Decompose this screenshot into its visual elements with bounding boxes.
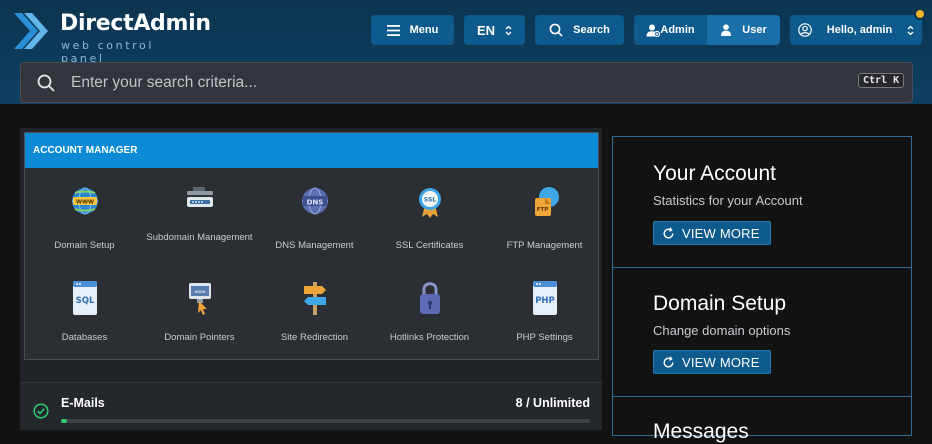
view-more-button[interactable]: VIEW MORE — [653, 221, 771, 245]
php-file-icon: PHP — [532, 281, 557, 315]
svg-text:WWW: WWW — [75, 200, 93, 206]
tile-label: Site Redirection — [280, 332, 349, 343]
menu-button[interactable]: Menu — [371, 15, 454, 45]
tile-label: Subdomain Management — [146, 232, 253, 243]
sql-database-icon: SQL — [72, 281, 97, 315]
ftp-folder-icon: FTP — [534, 187, 559, 216]
refresh-icon — [663, 226, 674, 239]
right-info-panel: Your Account Statistics for your Account… — [612, 136, 912, 443]
section-title: Your Account — [653, 162, 776, 185]
tile-domain-setup[interactable]: WWW Domain Setup — [27, 185, 142, 265]
search-shortcut-badge: Ctrl K — [858, 73, 905, 88]
hamburger-icon — [386, 24, 400, 36]
section-title: Domain Setup — [653, 292, 787, 315]
user-menu-dropdown[interactable]: Hello, admin — [790, 15, 922, 45]
emails-usage-bar — [61, 419, 590, 423]
brand-logo[interactable]: DirectAdmin web control panel — [8, 8, 211, 65]
tile-databases[interactable]: SQL Databases — [27, 279, 142, 349]
role-switcher: Admin User — [634, 15, 780, 45]
directadmin-logo-icon — [14, 13, 48, 49]
account-manager-title: ACCOUNT MANAGER — [25, 133, 598, 168]
chevron-updown-icon — [505, 25, 512, 35]
dns-icon: DNS — [301, 187, 328, 215]
tile-label: FTP Management — [506, 240, 583, 251]
search-label: Search — [573, 24, 610, 36]
search-icon — [549, 23, 563, 37]
tile-label: PHP Settings — [516, 332, 573, 343]
tile-domain-pointers[interactable]: www Domain Pointers — [142, 279, 257, 349]
admin-role-button[interactable]: Admin — [634, 15, 707, 45]
section-subtitle: Statistics for your Account — [653, 193, 803, 208]
svg-text:www: www — [194, 290, 205, 295]
svg-text:FTP: FTP — [536, 207, 548, 213]
tile-label: DNS Management — [275, 240, 354, 251]
check-circle-icon — [33, 403, 49, 419]
admin-label: Admin — [660, 24, 695, 36]
emails-title: E-Mails — [61, 396, 105, 410]
view-more-label: VIEW MORE — [682, 354, 760, 370]
ssl-badge-icon: SSL — [418, 188, 441, 218]
language-label: EN — [476, 22, 496, 38]
section-subtitle: Change domain options — [653, 323, 791, 338]
domain-setup-section: Domain Setup Change domain options VIEW … — [613, 268, 911, 397]
user-icon — [721, 24, 732, 36]
tile-site-redirection[interactable]: Site Redirection — [257, 279, 372, 349]
tile-ssl-certificates[interactable]: SSL SSL Certificates — [372, 185, 487, 265]
signpost-icon — [303, 282, 326, 315]
top-header: DirectAdmin web control panel Menu EN Se… — [0, 0, 932, 104]
emails-usage-fill — [61, 419, 67, 423]
padlock-icon — [419, 282, 440, 314]
search-icon — [37, 74, 55, 92]
tile-label: Domain Setup — [54, 240, 115, 251]
section-title: Messages — [653, 420, 749, 443]
svg-text:DNS: DNS — [306, 199, 323, 207]
user-admin-icon — [646, 24, 661, 37]
brand-name: DirectAdmin — [60, 11, 211, 36]
domain-pointer-icon: www — [188, 283, 211, 315]
tile-ftp-management[interactable]: FTP FTP Management — [487, 185, 602, 265]
refresh-icon — [663, 355, 674, 368]
view-more-label: VIEW MORE — [682, 225, 760, 241]
notification-dot[interactable] — [914, 8, 926, 20]
user-circle-icon — [798, 23, 812, 37]
tile-php-settings[interactable]: PHP PHP Settings — [487, 279, 602, 349]
chevron-updown-icon — [907, 25, 914, 35]
tile-label: Domain Pointers — [164, 332, 235, 343]
your-account-section: Your Account Statistics for your Account… — [613, 137, 911, 268]
emails-count: 8 / Unlimited — [515, 396, 590, 410]
svg-text:SQL: SQL — [75, 296, 94, 306]
emails-usage-row[interactable]: E-Mails 8 / Unlimited — [20, 382, 602, 430]
svg-text:PHP: PHP — [535, 296, 555, 306]
tile-hotlinks-protection[interactable]: Hotlinks Protection — [372, 279, 487, 349]
account-manager-panel: ACCOUNT MANAGER WWW Domain Setup Subdoma… — [24, 132, 599, 360]
tile-subdomain-management[interactable]: Subdomain Management — [142, 185, 257, 265]
user-label: User — [742, 24, 767, 36]
subdomain-server-icon — [186, 187, 213, 207]
view-more-button[interactable]: VIEW MORE — [653, 350, 771, 374]
greeting-label: Hello, admin — [826, 24, 893, 36]
globe-www-icon: WWW — [71, 187, 98, 215]
menu-label: Menu — [409, 24, 439, 36]
language-select[interactable]: EN — [464, 15, 525, 45]
tile-dns-management[interactable]: DNS DNS Management — [257, 185, 372, 265]
tile-label: Hotlinks Protection — [389, 332, 470, 343]
global-search-bar: Ctrl K — [20, 62, 913, 103]
tile-label: Databases — [61, 332, 108, 343]
svg-text:SSL: SSL — [423, 197, 435, 204]
search-input[interactable] — [71, 63, 831, 102]
messages-section: Messages — [613, 397, 911, 443]
tile-label: SSL Certificates — [395, 240, 464, 251]
search-button[interactable]: Search — [535, 15, 624, 45]
user-role-button[interactable]: User — [707, 15, 780, 45]
